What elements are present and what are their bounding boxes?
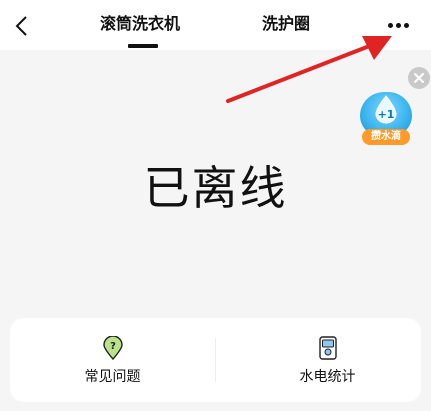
help-pin-icon: ? (103, 336, 123, 360)
more-options-button[interactable] (380, 14, 416, 38)
collect-water-label: 攒水滴 (362, 129, 410, 145)
close-icon (414, 73, 424, 83)
water-electricity-stats-label: 水电统计 (299, 369, 356, 385)
device-offline-status: 已离线 (143, 161, 288, 215)
stats-device-icon (319, 336, 337, 360)
water-drop-count-badge: +1 (377, 108, 395, 121)
tab-drum-washer[interactable]: 滚筒洗衣机 (100, 10, 180, 34)
close-float-button[interactable] (408, 67, 430, 89)
faq-button[interactable]: ? 常见问题 (10, 318, 215, 402)
back-button[interactable] (10, 8, 36, 42)
active-tab-indicator (128, 44, 158, 48)
svg-text:?: ? (110, 341, 116, 352)
water-electricity-stats-button[interactable]: 水电统计 (216, 318, 421, 402)
collect-water-drops-widget[interactable]: +1 攒水滴 (358, 90, 414, 148)
tab-care-circle[interactable]: 洗护圈 (262, 10, 310, 34)
chevron-left-icon (15, 16, 27, 36)
top-navigation-bar: 滚筒洗衣机 洗护圈 (0, 0, 431, 50)
bottom-shortcuts-card: ? 常见问题 水电统计 (10, 318, 421, 402)
faq-label: 常见问题 (84, 369, 141, 385)
